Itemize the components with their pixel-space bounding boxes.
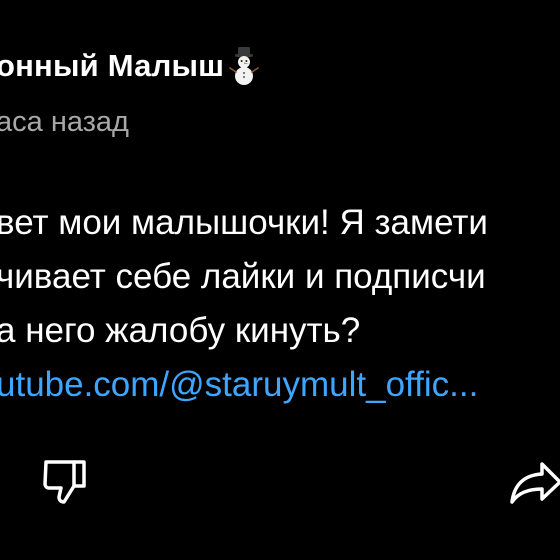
comment-screen: онный Малыш аса назад вет мои малышочки!… [0,0,560,560]
comment-line: вет мои малышочки! Я замети [0,203,488,242]
comment-line: чивает себе лайки и подписчи [0,257,486,296]
comment-line: а него жалобу кинуть? [0,311,361,350]
dislike-button[interactable] [36,454,96,510]
share-icon [510,462,560,504]
snowman-icon [228,46,260,86]
comment-timestamp: аса назад [0,106,129,138]
comment-link[interactable]: utube.com/@staruymult_offic... [0,358,560,412]
thumbs-down-icon [43,460,86,504]
author-name[interactable]: онный Малыш [0,48,224,84]
share-button[interactable] [504,452,560,512]
comment-header: онный Малыш [0,44,260,88]
comment-text: вет мои малышочки! Я замети чивает себе … [0,196,560,412]
